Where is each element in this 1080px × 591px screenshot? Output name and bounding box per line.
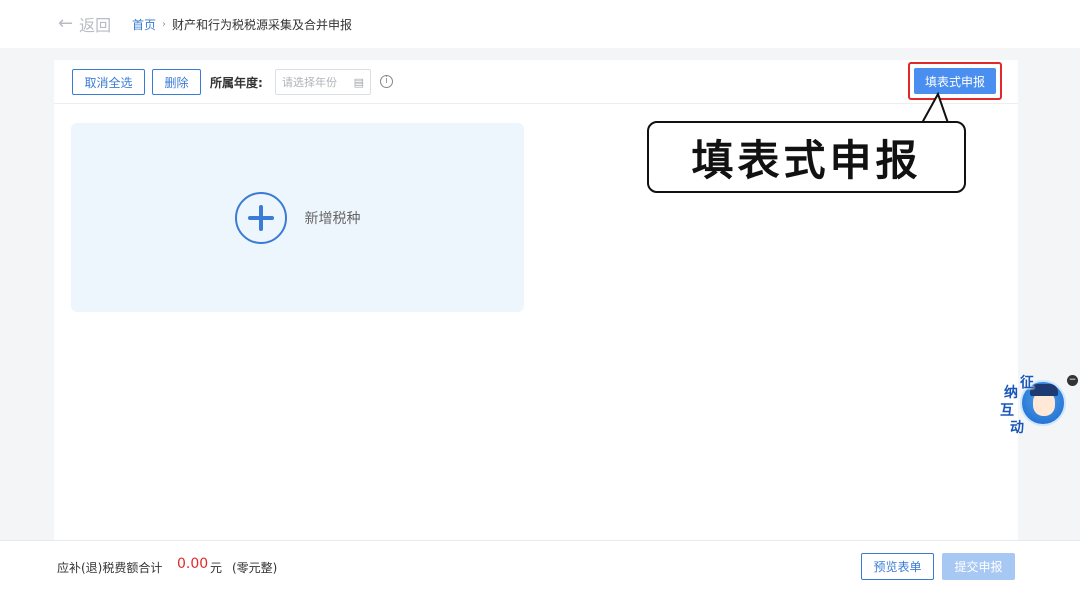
info-icon[interactable]: i: [380, 75, 393, 88]
add-tax-type-card[interactable]: 新增税种: [71, 123, 524, 312]
year-placeholder: 请选择年份: [282, 76, 337, 89]
cancel-select-all-button[interactable]: 取消全选: [72, 69, 145, 95]
assistant-char: 征: [1020, 375, 1034, 391]
fill-form-declare-button[interactable]: 填表式申报: [914, 68, 996, 94]
add-tax-type-label: 新增税种: [304, 210, 361, 227]
preview-form-button[interactable]: 预览表单: [861, 553, 934, 580]
total-unit: 元: [210, 561, 223, 575]
assistant-char: 纳: [1004, 385, 1018, 401]
back-label: 返回: [79, 16, 112, 35]
year-label: 所属年度:: [210, 76, 263, 90]
back-button[interactable]: ← 返回: [58, 12, 111, 36]
total-label: 应补(退)税费额合计: [57, 561, 163, 575]
calendar-icon: ▤: [353, 75, 364, 89]
total-amount: 0.00: [177, 556, 209, 572]
footer-bar: 应补(退)税费额合计 0.00 元 (零元整) 预览表单 提交申报: [0, 540, 1080, 591]
collapse-assistant-button[interactable]: −: [1067, 375, 1078, 386]
plus-circle-icon: [234, 191, 287, 244]
toolbar: 取消全选 删除 所属年度: 请选择年份 ▤ i 填表式申报: [54, 60, 1018, 104]
breadcrumb: 首页 › 财产和行为税税源采集及合并申报: [132, 16, 352, 33]
chevron-right-icon: ›: [162, 19, 167, 30]
callout-label: 填表式申报: [647, 121, 966, 193]
delete-button[interactable]: 删除: [152, 69, 201, 95]
total-in-words: (零元整): [232, 561, 278, 575]
year-picker-input[interactable]: 请选择年份 ▤: [275, 69, 371, 95]
assistant-cap: [1030, 384, 1058, 396]
arrow-left-icon: ←: [58, 13, 74, 34]
callout-pointer: [920, 92, 950, 124]
breadcrumb-home[interactable]: 首页: [132, 16, 156, 33]
breadcrumb-current: 财产和行为税税源采集及合并申报: [172, 18, 353, 32]
assistant-char: 动: [1010, 420, 1024, 436]
top-bar: ← 返回 首页 › 财产和行为税税源采集及合并申报: [0, 0, 1080, 48]
tax-assistant-widget[interactable]: 征 纳 互 动: [998, 372, 1074, 440]
submit-declaration-button[interactable]: 提交申报: [942, 553, 1015, 580]
